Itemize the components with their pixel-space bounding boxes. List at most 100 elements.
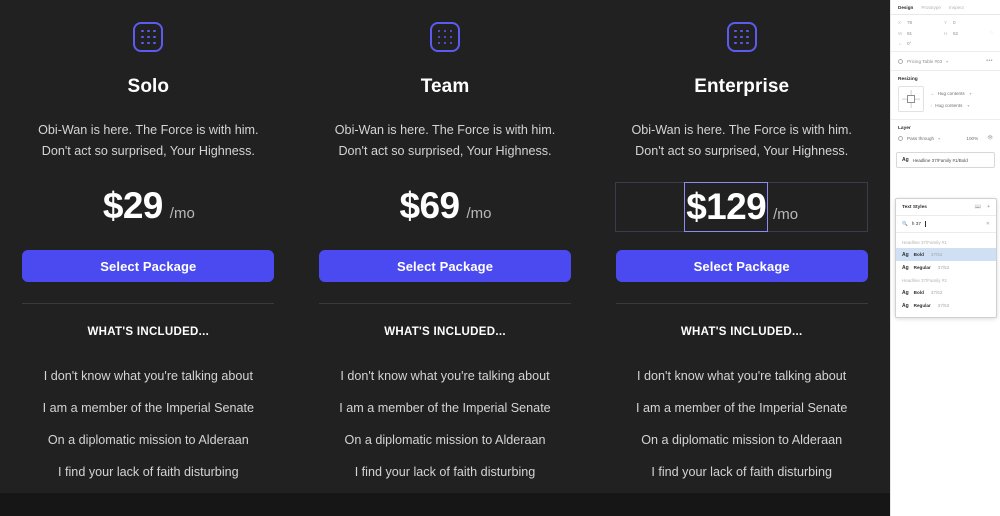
horizontal-resizing-dropdown[interactable]: ↔ Hug contents ▾ [930,91,972,96]
feature-list: I don't know what you're talking about I … [18,360,278,488]
constrain-proportions-icon[interactable]: ◌ [990,30,993,36]
y-field[interactable]: Y 0 [944,20,990,25]
text-style-item[interactable]: Ag Bold 37/52 [896,248,996,261]
width-field[interactable]: W 91 [898,31,944,36]
constraint-center-square [907,95,915,103]
tab-design[interactable]: Design [898,5,913,10]
plan-price[interactable]: $69 [399,182,461,230]
visibility-eye-icon[interactable]: 👁 [987,135,993,141]
grid-dot [141,41,144,45]
text-style-name: Bold [913,290,924,295]
feature-item: I am a member of the Imperial Senate [42,401,255,415]
layer-section: Layer Pass through ▾ 100% 👁 [891,119,1000,148]
vertical-resizing-dropdown[interactable]: ↕ Hug contents ▾ [930,103,972,108]
feature-item: I don't know what you're talking about [43,369,253,383]
plan-name: Enterprise [694,76,790,97]
price-row[interactable]: $69/mo [319,182,572,232]
plan-name: Team [420,76,470,97]
chevron-down-icon: ▾ [967,102,970,108]
x-field[interactable]: X 78 [898,20,944,25]
text-style-item[interactable]: Ag Regular 37/52 [896,299,996,312]
select-package-button[interactable]: Select Package [22,250,275,282]
more-options-icon[interactable]: ••• [986,58,993,64]
feature-item: I am a member of the Imperial Senate [339,401,551,415]
horizontal-resize-icon: ↔ [930,90,935,96]
constraints-widget[interactable] [898,86,924,112]
search-input-value: h 37 [911,221,922,227]
grid-dots-icon [430,22,460,52]
design-inspector-panel[interactable]: Design Prototype Inspect X 78 Y 0 W 91 H… [890,0,1000,516]
plan-column-enterprise[interactable]: Enterprise Obi-Wan is here. The Force is … [593,0,890,493]
pricing-table-frame[interactable]: Solo Obi-Wan is here. The Force is with h… [0,0,890,493]
feature-item: On a diplomatic mission to Alderaan [344,433,546,447]
text-style-ag-icon: Ag [902,302,909,309]
text-style-ag-icon: Ag [902,157,909,163]
text-styles-popup[interactable]: Text Styles 📖 + 🔍 h 37 ✕ Headline 37/Fam… [895,198,997,318]
rotation-value: 0° [907,41,912,46]
select-package-button[interactable]: Select Package [615,250,868,282]
grid-dot [449,35,453,39]
grid-dot [443,29,447,33]
selection-name-row[interactable]: Pricing Table #03 ▾ ••• [891,52,1000,71]
text-style-item[interactable]: Ag Regular 37/52 [896,261,996,274]
price-row[interactable]: $29/mo [22,182,275,232]
height-field[interactable]: H 62 [944,31,990,36]
layer-controls-row: Pass through ▾ 100% 👁 [891,135,1000,148]
grid-dot [740,35,743,39]
chevron-down-icon: ▾ [969,90,972,96]
whats-included-label: WHAT'S INCLUDED... [384,326,506,338]
constraint-arm-right [915,98,920,100]
blend-mode-icon [898,135,903,141]
blend-mode-value[interactable]: Pass through [907,136,934,141]
text-style-size: 37/52 [937,265,950,270]
grid-dot [746,29,749,33]
clear-search-icon[interactable]: ✕ [986,221,990,227]
layer-opacity-value[interactable]: 100% [966,136,978,141]
current-text-style-row[interactable]: Ag Headline 37/Family #1/Bold [896,152,995,168]
plan-price[interactable]: $29 [102,182,164,230]
style-group-label: Headline 37/Family #2 [902,278,947,283]
design-canvas[interactable]: Solo Obi-Wan is here. The Force is with h… [0,0,890,516]
geometry-row-xy: X 78 Y 0 [898,20,993,25]
component-icon [898,58,903,64]
grid-dot [153,41,156,45]
feature-item: I don't know what you're talking about [637,369,847,383]
tab-prototype[interactable]: Prototype [921,5,941,10]
price-row[interactable]: $129/mo [615,182,869,232]
grid-dot [153,35,156,39]
grid-dot [740,29,743,33]
plan-price[interactable]: $129 [684,182,769,232]
horizontal-resizing-value: Hug contents [937,90,965,96]
add-style-icon[interactable]: + [987,204,990,210]
chevron-down-icon[interactable]: ▾ [938,136,940,141]
text-style-name: Regular [913,265,931,270]
text-cursor [925,221,926,227]
text-style-name: Regular [913,303,931,308]
text-styles-search-row[interactable]: 🔍 h 37 ✕ [896,216,996,233]
plan-column-solo[interactable]: Solo Obi-Wan is here. The Force is with h… [0,0,297,493]
plan-column-team[interactable]: Team Obi-Wan is here. The Force is with h… [297,0,594,493]
library-book-icon[interactable]: 📖 [975,204,981,210]
feature-item: On a diplomatic mission to Alderaan [47,433,249,447]
tab-inspect[interactable]: Inspect [949,5,964,10]
inspector-tabs: Design Prototype Inspect [891,0,1000,15]
feature-list: I don't know what you're talking about I … [315,360,575,488]
grid-dot [734,35,737,39]
constraint-arm-bottom [910,103,912,108]
whats-included-label: WHAT'S INCLUDED... [87,326,210,338]
plan-icon-wrapper [131,20,165,54]
x-label: X [898,20,902,25]
select-package-button[interactable]: Select Package [319,250,571,282]
grid-dot [734,29,737,33]
text-style-size: 37/52 [930,252,943,257]
plan-name: Solo [127,76,170,97]
canvas-background-strip [0,493,890,516]
plan-price-period: /mo [773,206,799,223]
section-divider [22,303,275,304]
chevron-down-icon[interactable]: ▾ [946,59,948,64]
y-value: 0 [953,20,956,25]
y-label: Y [944,20,948,25]
text-style-item[interactable]: Ag Bold 37/52 [896,286,996,299]
text-style-ag-icon: Ag [902,264,909,271]
rotation-field[interactable]: ∟ 0° [898,41,944,46]
